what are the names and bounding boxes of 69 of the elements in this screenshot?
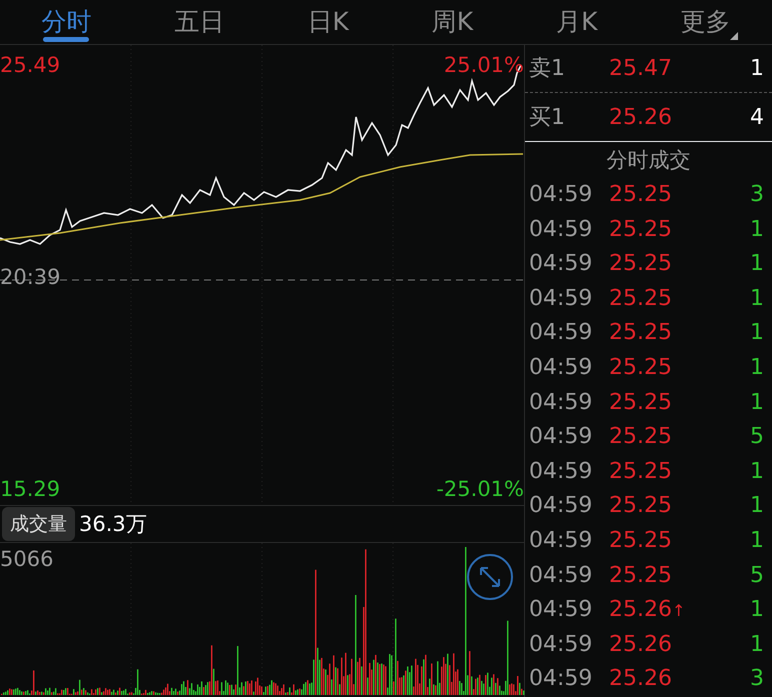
trade-time: 04:59: [529, 319, 594, 348]
order-quantity: 1: [750, 55, 765, 84]
trade-time: 04:59: [529, 250, 594, 278]
volume-max-label: 5066: [0, 547, 54, 571]
order-price: 25.26: [609, 104, 673, 132]
trade-price: 25.25: [609, 458, 672, 486]
order-label: 买1: [529, 104, 566, 132]
trade-time: 04:59: [529, 423, 594, 452]
trade-price: 25.25: [609, 527, 672, 556]
trade-price: 25.25: [609, 492, 672, 520]
trade-quantity: 3: [750, 665, 765, 694]
trade-time: 04:59: [529, 596, 594, 624]
trade-quantity: 1: [750, 596, 765, 624]
trade-quantity: 1: [750, 319, 765, 348]
trade-price: 25.25: [609, 562, 672, 590]
trade-time: 04:59: [529, 630, 594, 659]
trade-price: 25.25: [609, 216, 672, 244]
trade-price: 25.25: [609, 250, 672, 278]
up-arrow: ↑: [672, 600, 686, 622]
trade-quantity: 3: [750, 181, 765, 210]
trade-quantity: 1: [750, 630, 765, 659]
trade-price: 25.26: [609, 596, 672, 624]
trade-price: 25.25: [609, 423, 672, 452]
order-price: 25.47: [609, 55, 673, 84]
percent-label: 25.01%: [444, 53, 524, 77]
tab[interactable]: 周K: [428, 0, 478, 44]
order-label: 卖1: [529, 55, 566, 84]
trade-quantity: 1: [750, 458, 765, 486]
volume-button[interactable]: 成交量: [2, 506, 75, 542]
price-label: 25.49: [0, 53, 60, 77]
trade-time: 04:59: [529, 492, 594, 520]
trade-time: 04:59: [529, 562, 594, 590]
trade-price: 25.25: [609, 181, 672, 210]
trade-quantity: 1: [750, 492, 765, 520]
dropdown-triangle-icon: [730, 32, 738, 40]
trade-price: 25.25: [609, 354, 672, 382]
trade-quantity: 1: [750, 388, 765, 417]
trade-time: 04:59: [529, 458, 594, 486]
trade-price: 25.25: [609, 388, 672, 417]
trades-title: 分时成交: [606, 146, 690, 174]
order-quantity: 4: [750, 104, 765, 132]
price-label: 20:39: [0, 265, 61, 289]
tab[interactable]: 更多: [676, 0, 734, 44]
tab[interactable]: 月K: [552, 0, 602, 44]
trade-time: 04:59: [529, 354, 594, 382]
trade-price: 25.26: [609, 665, 672, 694]
tab[interactable]: 五日: [170, 0, 228, 44]
trade-quantity: 5: [750, 562, 765, 590]
trade-quantity: 1: [750, 250, 765, 278]
trade-price: 25.26: [609, 630, 672, 659]
trade-quantity: 1: [750, 527, 765, 556]
trade-time: 04:59: [529, 284, 594, 313]
trade-time: 04:59: [529, 527, 594, 556]
trade-price: 25.25: [609, 284, 672, 313]
trade-price: 25.25: [609, 319, 672, 348]
tab[interactable]: 分时: [37, 0, 96, 44]
trade-quantity: 1: [750, 284, 765, 313]
percent-label: -25.01%: [436, 477, 524, 501]
tab[interactable]: 日K: [303, 0, 353, 44]
trade-quantity: 1: [750, 216, 765, 244]
trade-time: 04:59: [529, 216, 594, 244]
trade-time: 04:59: [529, 181, 594, 210]
trade-quantity: 5: [750, 423, 765, 452]
expand-icon[interactable]: [466, 553, 514, 601]
price-label: 15.29: [0, 477, 60, 501]
trade-time: 04:59: [529, 388, 594, 417]
volume-total: 36.3万: [79, 512, 147, 536]
trade-quantity: 1: [750, 354, 765, 382]
trade-time: 04:59: [529, 665, 594, 694]
